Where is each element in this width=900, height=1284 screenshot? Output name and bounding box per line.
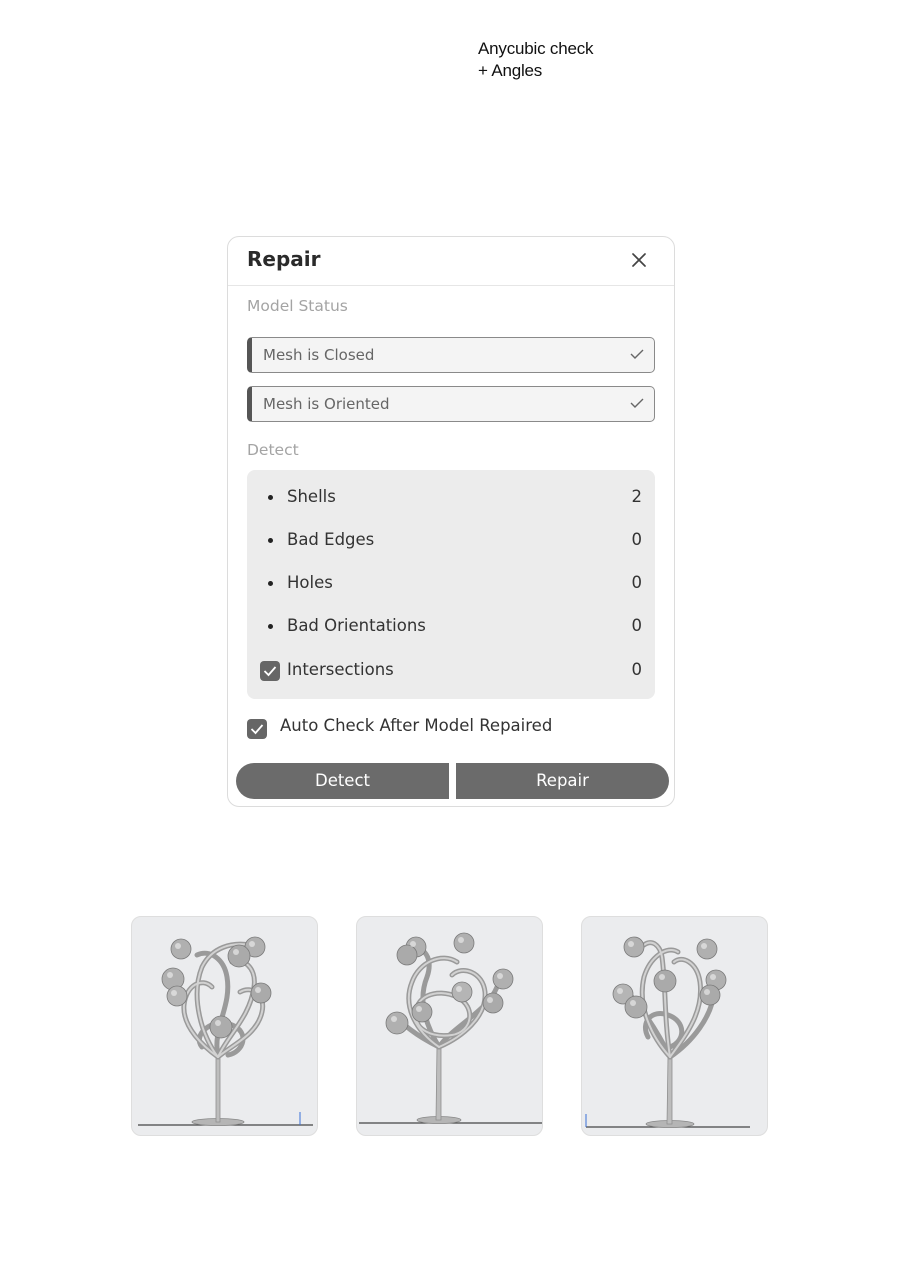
dialog-title: Repair	[247, 247, 321, 271]
bullet	[268, 495, 273, 500]
detect-item-holes: Holes 0	[247, 569, 655, 599]
model-thumbnail-side[interactable]	[581, 916, 768, 1136]
status-label: Mesh is Closed	[263, 346, 375, 364]
detect-item-value: 0	[631, 573, 643, 592]
checkmark-icon	[630, 349, 644, 359]
checkmark-icon	[250, 724, 264, 735]
page-note: Anycubic check + Angles	[478, 38, 594, 82]
detect-panel: Shells 2 Bad Edges 0 Holes 0 Bad Orienta…	[247, 470, 655, 699]
detect-item-shells: Shells 2	[247, 483, 655, 513]
intersections-checkbox[interactable]	[260, 661, 280, 681]
status-mesh-closed: Mesh is Closed	[247, 337, 655, 373]
repair-button[interactable]: Repair	[456, 763, 669, 799]
dialog-header: Repair	[228, 237, 674, 286]
status-mesh-oriented: Mesh is Oriented	[247, 386, 655, 422]
detect-button[interactable]: Detect	[236, 763, 449, 799]
model-thumbnail-angle[interactable]	[356, 916, 543, 1136]
tree-model-render	[359, 932, 542, 1124]
page: Anycubic check + Angles Repair Model Sta…	[0, 0, 900, 1284]
detect-item-value: 2	[631, 487, 643, 506]
detect-item-value: 0	[631, 530, 643, 549]
repair-dialog: Repair Model Status Mesh is Closed Mesh …	[227, 236, 675, 807]
page-note-line-1: Anycubic check	[478, 39, 594, 58]
detect-label: Detect	[247, 441, 299, 459]
checkmark-icon	[630, 398, 644, 408]
detect-item-name: Intersections	[287, 660, 394, 679]
auto-check-checkbox[interactable]	[247, 719, 267, 739]
bullet	[268, 624, 273, 629]
detect-item-value: 0	[631, 660, 643, 679]
detect-item-name: Holes	[287, 573, 333, 592]
bullet	[268, 538, 273, 543]
detect-item-value: 0	[631, 616, 643, 635]
model-status-label: Model Status	[247, 297, 348, 315]
detect-item-bad-orientations: Bad Orientations 0	[247, 612, 655, 642]
tree-model-render	[585, 936, 750, 1128]
tree-model-render	[138, 936, 313, 1126]
detect-item-bad-edges: Bad Edges 0	[247, 526, 655, 556]
checkmark-icon	[263, 666, 277, 677]
status-label: Mesh is Oriented	[263, 395, 390, 413]
detect-item-name: Bad Orientations	[287, 616, 426, 635]
detect-item-name: Bad Edges	[287, 530, 375, 549]
detect-item-intersections: Intersections 0	[247, 656, 655, 686]
model-thumbnail-front[interactable]	[131, 916, 318, 1136]
detect-item-name: Shells	[287, 487, 336, 506]
auto-check-label: Auto Check After Model Repaired	[280, 716, 553, 735]
close-icon[interactable]	[630, 251, 648, 269]
page-note-line-2: + Angles	[478, 61, 543, 80]
bullet	[268, 581, 273, 586]
